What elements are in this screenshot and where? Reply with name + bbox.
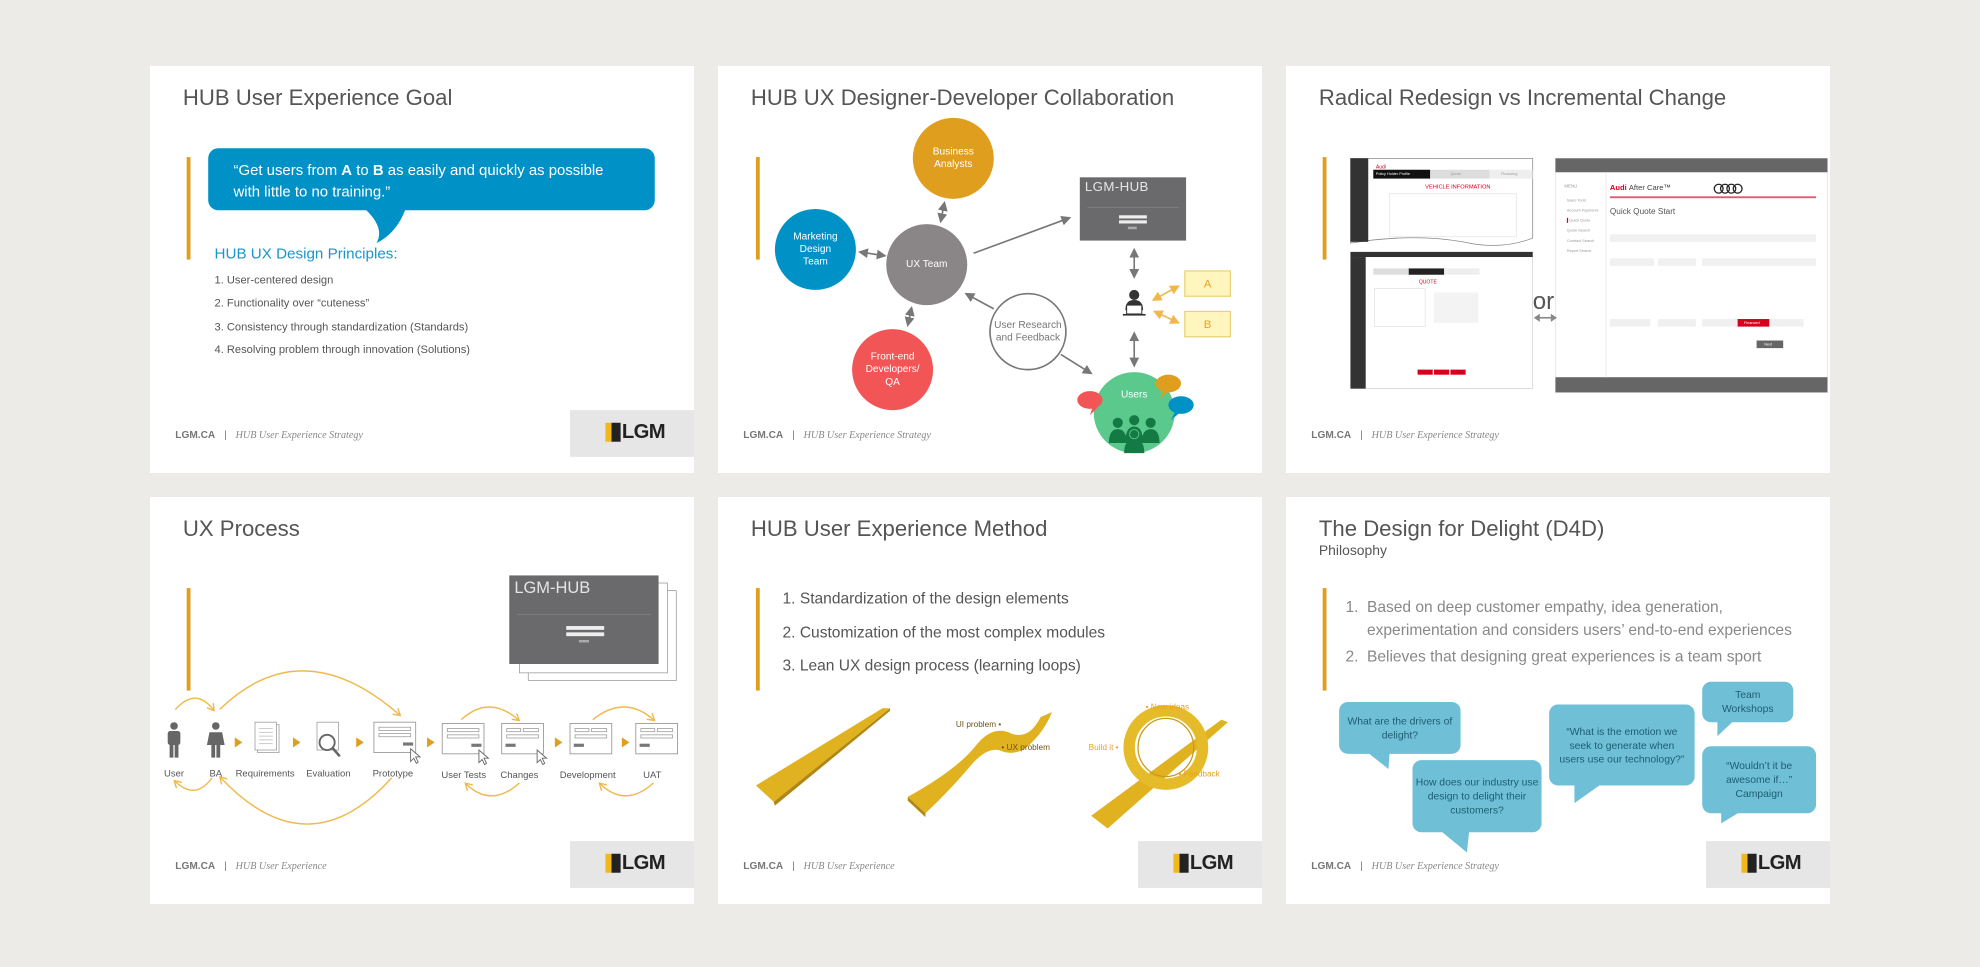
step-label: Changes <box>500 768 539 781</box>
slide-footer: LGM.CA | HUB User Experience <box>175 860 327 872</box>
changes-screen-icon <box>501 723 544 755</box>
marketing-label: Marketing Design Team <box>793 230 838 268</box>
lgm-logo-icon <box>605 422 621 442</box>
step-label: Evaluation <box>306 767 351 780</box>
old-screen-quote: QUOTE <box>1418 278 1437 285</box>
ui-problem-label: UI problem • <box>955 720 1002 730</box>
development-screen-icon <box>569 723 613 755</box>
lgm-logo: LGM <box>570 841 694 888</box>
lgm-logo: LGM <box>570 410 694 457</box>
users-label: Users <box>1121 388 1148 400</box>
speech-bubble: “Wouldn’t it be awesome if…” Campaign <box>1702 746 1817 814</box>
old-screen-tab: Quote <box>1450 170 1461 176</box>
speech-bubble: Team Workshops <box>1702 681 1794 723</box>
requirements-document-icon <box>254 721 280 753</box>
slide-ux-process[interactable]: UX Process LGM-HUB User BA Requirements … <box>150 497 694 904</box>
principles-heading: HUB UX Design Principles: <box>214 244 398 263</box>
ux-problem-label: • UX problem <box>1001 743 1050 753</box>
slide-ux-goal[interactable]: HUB User Experience Goal “Get users from… <box>150 66 694 473</box>
feedback-label: • Feedback <box>1178 770 1220 780</box>
old-screen-tab: Policy Holder Profile <box>1375 170 1410 176</box>
business-analysts-label: Business Analysts <box>932 145 974 170</box>
step-label: BA <box>209 767 223 780</box>
step-label: Prototype <box>372 767 414 780</box>
new-ideas-label: • New ideas <box>1145 703 1190 713</box>
option-b-label: B <box>1203 317 1212 331</box>
evaluation-magnifier-icon <box>316 721 341 758</box>
quick-quote-heading: Quick Quote Start <box>1609 207 1676 217</box>
slide-footer: LGM.CA | HUB User Experience Strategy <box>175 429 363 441</box>
user-tests-screen-icon <box>441 723 485 755</box>
lgm-logo: LGM <box>1706 841 1830 888</box>
slide-d4d[interactable]: The Design for Delight (D4D) Philosophy … <box>1286 497 1830 904</box>
user-person-icon <box>167 722 181 758</box>
slide-collaboration[interactable]: HUB UX Designer-Developer Collaboration <box>718 66 1262 473</box>
ux-team-label: UX Team <box>906 258 948 270</box>
lgm-logo: LGM <box>1138 841 1262 888</box>
financed-option: Financed <box>1743 319 1760 325</box>
menu-item: Quick Quote <box>1566 217 1590 223</box>
research-label: User Research and Feedback <box>994 319 1062 344</box>
principle-item: 4. Resolving problem through innovation … <box>214 343 471 356</box>
step-label: Requirements <box>235 767 295 780</box>
frontend-label: Front-end Developers/ QA <box>865 350 920 388</box>
prototype-screen-icon <box>373 721 417 753</box>
slide-footer: LGM.CA | HUB User Experience <box>743 860 895 872</box>
menu-label: MENU <box>1564 183 1578 189</box>
old-screen-heading: VEHICLE INFORMATION <box>1425 183 1491 190</box>
lgm-logo-icon <box>605 853 621 873</box>
option-a-label: A <box>1203 277 1212 290</box>
speech-bubble: How does our industry use design to deli… <box>1412 760 1542 833</box>
slide-ux-method[interactable]: HUB User Experience Method 1. Standardiz… <box>718 497 1262 904</box>
speech-bubble: “What is the emotion we seek to generate… <box>1549 704 1695 786</box>
quote-text: “Get users from A to B as easily and qui… <box>233 160 604 201</box>
slide-footer: LGM.CA | HUB User Experience Strategy <box>1311 429 1499 441</box>
step-label: UAT <box>643 768 662 781</box>
principle-item: 3. Consistency through standardization (… <box>214 319 469 333</box>
screenshots-comparison <box>1350 157 1828 393</box>
build-it-label: Build it • <box>1088 743 1119 753</box>
menu-item: Account Payments <box>1566 207 1599 213</box>
menu-item: Contract Search <box>1566 238 1595 244</box>
audi-aftercare-brand: Audi After Care™ <box>1609 184 1672 193</box>
or-label: or <box>1532 288 1555 316</box>
old-screen-brand: Audi <box>1375 163 1386 170</box>
menu-item: Sales Tools <box>1566 197 1587 203</box>
user-laptop-icon <box>1122 289 1146 316</box>
slide-redesign[interactable]: Radical Redesign vs Incremental Change A… <box>1286 66 1830 473</box>
lgm-hub-logo: LGM-HUB <box>1084 179 1149 196</box>
uat-screen-icon <box>635 723 678 755</box>
step-label: User Tests <box>441 768 487 781</box>
step-label: User <box>164 767 185 780</box>
old-screen-tab: Financing <box>1501 170 1518 176</box>
principle-item: 1. User-centered design <box>214 273 334 287</box>
slide-footer: LGM.CA | HUB User Experience Strategy <box>743 429 931 441</box>
next-button: Next <box>1764 341 1773 347</box>
menu-item: Quote Search <box>1566 227 1591 233</box>
slide-footer: LGM.CA | HUB User Experience Strategy <box>1311 860 1499 872</box>
ba-person-icon <box>206 722 225 758</box>
principle-item: 2. Functionality over “cuteness” <box>214 296 370 309</box>
step-label: Development <box>559 768 616 781</box>
lgm-hub-logo: LGM-HUB <box>514 577 591 597</box>
menu-item: Report Search <box>1566 248 1592 254</box>
speech-bubble: What are the drivers of delight? <box>1339 701 1461 754</box>
collaboration-diagram <box>774 117 1231 454</box>
lgm-logo-icon <box>1741 853 1757 873</box>
lgm-logo-icon <box>1173 853 1189 873</box>
straight-ribbon <box>755 708 891 802</box>
